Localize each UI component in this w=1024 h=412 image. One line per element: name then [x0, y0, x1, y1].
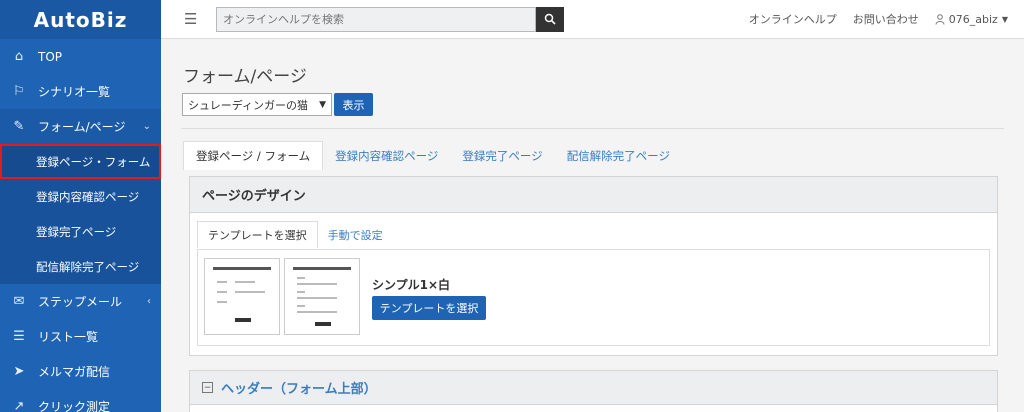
header-panel-heading[interactable]: − ヘッダー（フォーム上部）: [190, 371, 997, 405]
template-box: シンプル1×白 テンプレートを選択: [197, 249, 990, 346]
app-logo[interactable]: AutoBiz: [0, 0, 161, 39]
home-icon: ⌂: [14, 49, 24, 64]
design-subtabs: テンプレートを選択 手動で設定: [197, 221, 393, 248]
design-panel: ページのデザイン テンプレートを選択 手動で設定 シンプル1×白 テンプレートを…: [189, 176, 998, 356]
sidebar-subitem-complete-page[interactable]: 登録完了ページ: [0, 214, 161, 249]
sidebar-item-click-tracking[interactable]: ↗ クリック測定: [0, 389, 161, 412]
tab-select-template[interactable]: テンプレートを選択: [197, 221, 318, 248]
sidebar-item-list[interactable]: ☰ リスト一覧: [0, 319, 161, 354]
search-icon: [544, 13, 556, 25]
list-icon: ☰: [13, 329, 25, 344]
sidebar-item-label: ステップメール: [38, 295, 123, 309]
page-title: フォーム/ページ: [183, 67, 307, 87]
sidebar-item-form-page[interactable]: ✎ フォーム/ページ ⌄: [0, 109, 161, 144]
chevron-left-icon: ‹: [147, 296, 151, 307]
send-icon: ➤: [13, 364, 25, 379]
top-links: オンラインヘルプ お問い合わせ 076_abiz ▼: [749, 11, 1024, 27]
chevron-down-icon: ⌄: [142, 121, 151, 132]
tab-manual-settings[interactable]: 手動で設定: [318, 221, 393, 248]
pencil-icon: ✎: [13, 119, 25, 134]
user-name: 076_abiz: [948, 12, 998, 26]
envelope-icon: ✉: [13, 294, 25, 309]
chart-icon: ↗: [13, 399, 25, 412]
menu-icon[interactable]: ☰: [184, 10, 198, 28]
sidebar-item-mail-magazine[interactable]: ➤ メルマガ配信: [0, 354, 161, 389]
page-tabs: 登録ページ / フォーム 登録内容確認ページ 登録完了ページ 配信解除完了ページ: [183, 141, 682, 170]
template-thumbnail[interactable]: [204, 258, 280, 335]
tab-confirm-page[interactable]: 登録内容確認ページ: [323, 141, 450, 170]
top-bar: ☰ オンラインヘルプ お問い合わせ 076_abiz ▼: [161, 0, 1024, 39]
user-icon: [935, 13, 945, 25]
tab-registration-form[interactable]: 登録ページ / フォーム: [183, 141, 324, 170]
sidebar-item-label: TOP: [38, 49, 63, 64]
sidebar-item-label: フォーム/ページ: [38, 120, 126, 134]
sidebar: AutoBiz ⌂ TOP ⚐ シナリオ一覧 ✎ フォーム/ページ ⌄ 登録ペー…: [0, 0, 161, 412]
sidebar-subitem-registration-form[interactable]: 登録ページ・フォーム: [0, 144, 161, 179]
sidebar-item-label: リスト一覧: [38, 330, 99, 344]
flag-icon: ⚐: [13, 84, 25, 99]
template-thumbnail[interactable]: [284, 258, 360, 335]
sidebar-subitem-confirm-page[interactable]: 登録内容確認ページ: [0, 179, 161, 214]
chevron-down-icon: ▼: [319, 99, 326, 110]
expand-icon: −: [202, 382, 213, 393]
divider: [181, 128, 1004, 129]
search-button[interactable]: [536, 6, 564, 32]
header-panel: − ヘッダー（フォーム上部）: [189, 370, 998, 412]
caret-down-icon: ▼: [1001, 14, 1008, 24]
header-panel-title: ヘッダー（フォーム上部）: [221, 382, 377, 397]
select-template-button[interactable]: テンプレートを選択: [372, 296, 486, 320]
sidebar-item-label: クリック測定: [38, 400, 111, 412]
tab-unsubscribe-page[interactable]: 配信解除完了ページ: [555, 141, 682, 170]
sidebar-item-label: メルマガ配信: [38, 365, 111, 379]
user-menu[interactable]: 076_abiz ▼: [935, 13, 1008, 26]
show-button[interactable]: 表示: [334, 93, 373, 116]
form-select-value: シュレーディンガーの猫: [188, 98, 309, 112]
form-selector: シュレーディンガーの猫 ▼ 表示: [182, 93, 373, 116]
sidebar-item-scenario-list[interactable]: ⚐ シナリオ一覧: [0, 74, 161, 109]
main-content: フォーム/ページ シュレーディンガーの猫 ▼ 表示 登録ページ / フォーム 登…: [161, 40, 1024, 412]
sidebar-item-step-mail[interactable]: ✉ ステップメール ‹: [0, 284, 161, 319]
form-select[interactable]: シュレーディンガーの猫 ▼: [182, 93, 332, 116]
online-help-link[interactable]: オンラインヘルプ: [749, 11, 837, 27]
sidebar-subitem-unsubscribe-page[interactable]: 配信解除完了ページ: [0, 249, 161, 284]
tab-complete-page[interactable]: 登録完了ページ: [450, 141, 554, 170]
template-name: シンプル1×白: [372, 278, 451, 292]
contact-link[interactable]: お問い合わせ: [853, 11, 919, 27]
design-panel-heading: ページのデザイン: [190, 177, 997, 213]
sidebar-item-top[interactable]: ⌂ TOP: [0, 39, 161, 74]
search-input[interactable]: [216, 6, 536, 32]
search-bar: [216, 6, 564, 32]
sidebar-item-label: シナリオ一覧: [38, 85, 111, 99]
